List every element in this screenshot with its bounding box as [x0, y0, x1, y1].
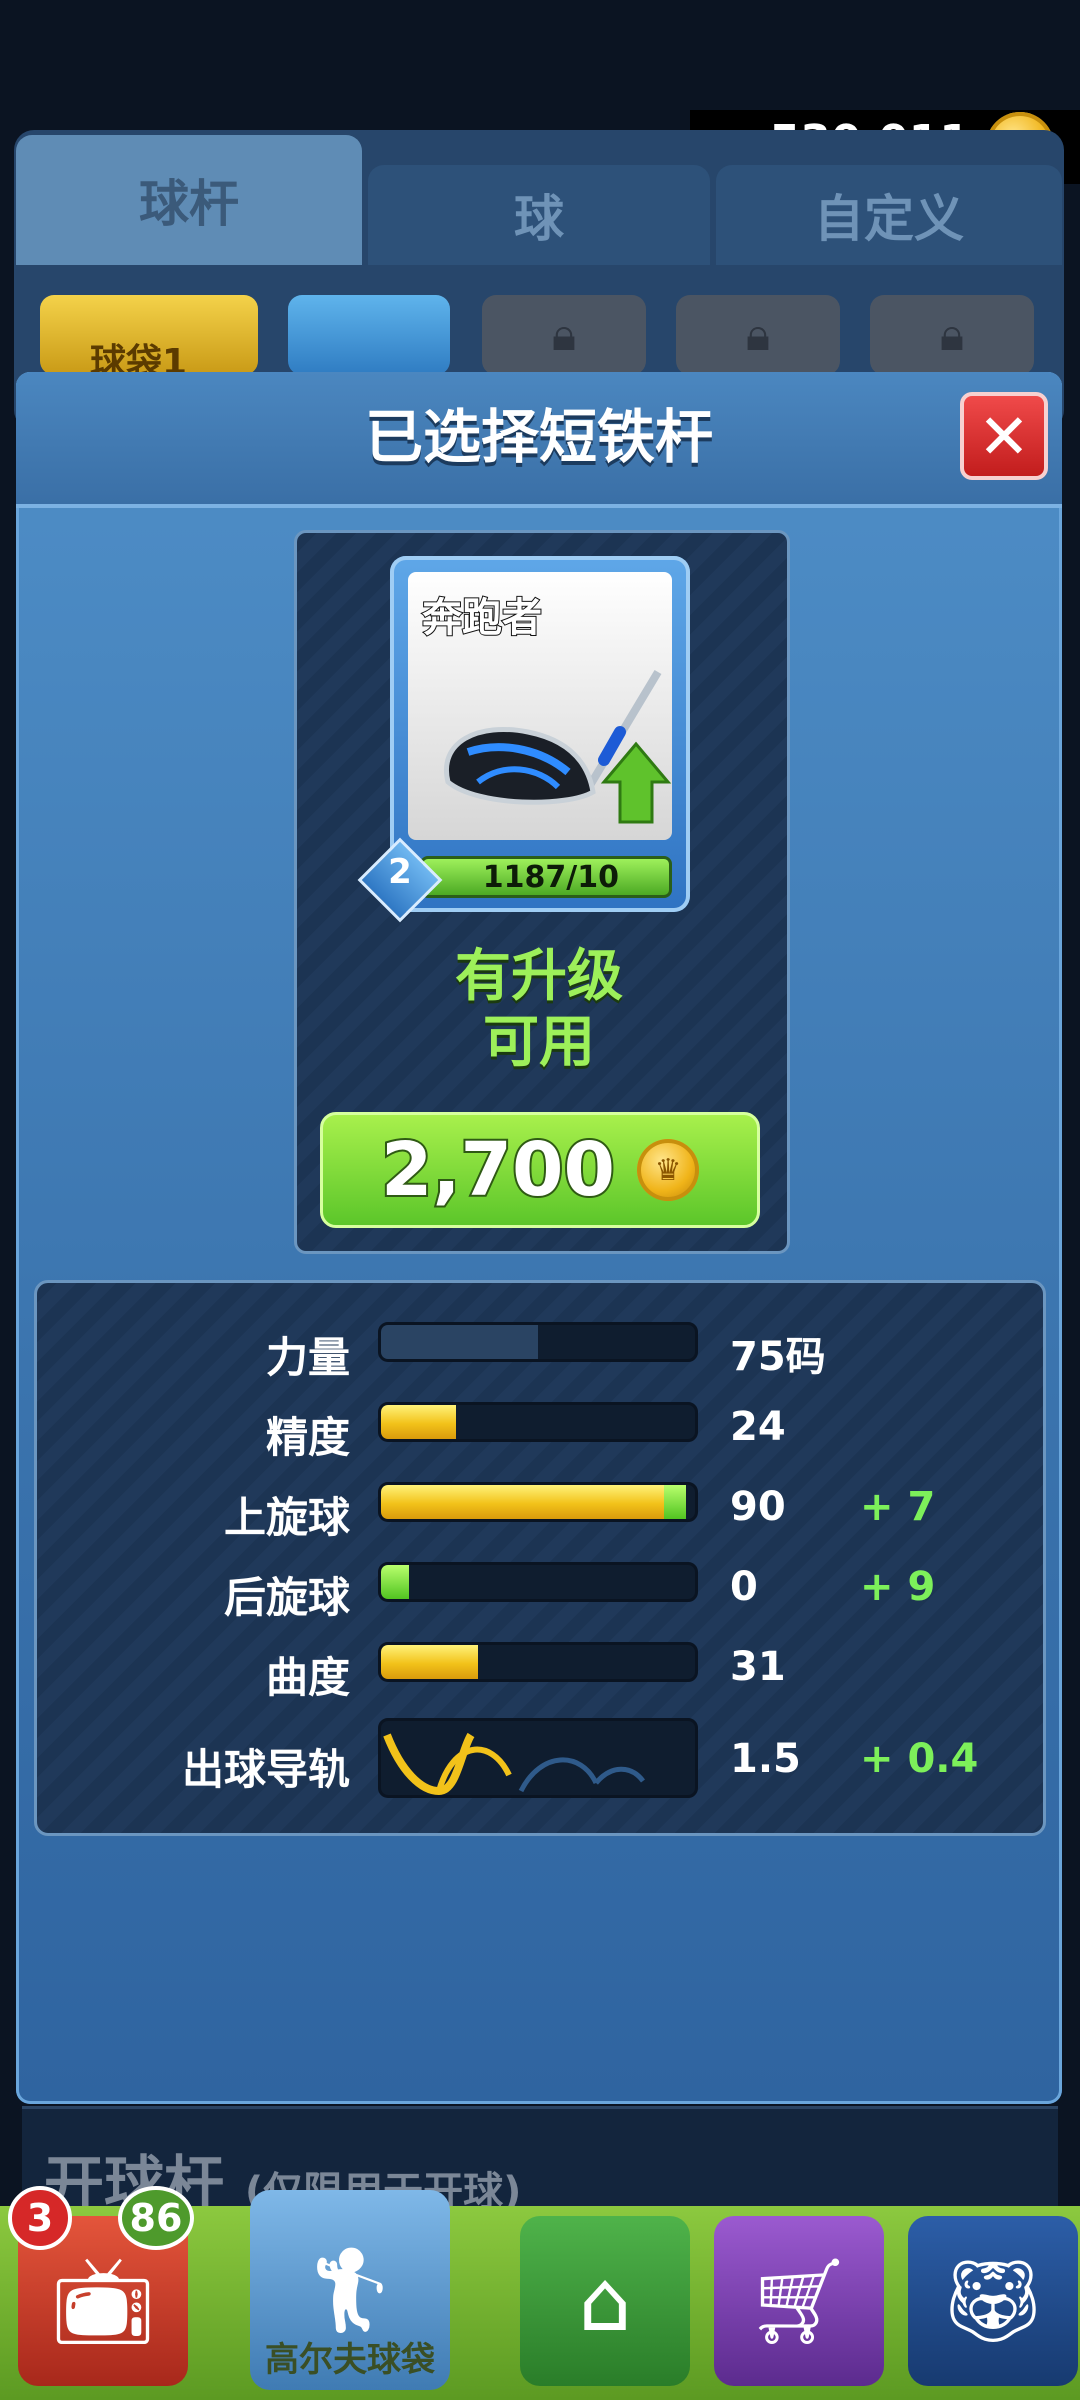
stat-value: 31 [730, 1644, 786, 1690]
crown-coin-icon: ♛ [637, 1139, 700, 1201]
nav-shop[interactable]: 🛒︎ [714, 2216, 884, 2386]
home-icon: ⌂ [578, 2252, 632, 2350]
card-progress-text: 1187/10 [482, 859, 619, 895]
stat-label: 精度 [265, 1413, 350, 1462]
tv-icon: 📺︎ [49, 2251, 157, 2350]
nav-home[interactable]: ⌂ [520, 2216, 690, 2386]
stat-label: 力量 [265, 1333, 350, 1382]
locked-bag-3[interactable]: 🔒︎ [482, 295, 646, 375]
dialog-title: 已选择短铁杆 [364, 403, 713, 471]
stat-value: 90 [730, 1484, 786, 1530]
nav-tour[interactable]: 🐯︎ [908, 2216, 1078, 2386]
close-icon: ✕ [978, 399, 1030, 473]
tab-balls[interactable]: 球 [368, 165, 710, 265]
stat-value: 24 [730, 1404, 786, 1450]
upgrade-price: 2,700 [379, 1125, 617, 1215]
bag-1-button[interactable]: 球袋1 [40, 295, 258, 383]
stat-bar [378, 1402, 698, 1442]
lock-icon: 🔒︎ [551, 307, 577, 361]
golf-bag-icon: 🏌︎ [296, 2240, 404, 2339]
lock-icon: 🔒︎ [745, 307, 771, 361]
club-name: 奔跑者 [421, 594, 543, 642]
golf-bag-label: 高尔夫球袋 [265, 2340, 435, 2380]
tv-badge-left: 3 [8, 2186, 72, 2250]
trajectory-guide-icon [383, 1732, 645, 1795]
upgrade-line-2: 可用 [483, 1010, 595, 1075]
upgrade-buy-button[interactable]: 2,700 ♛ [320, 1112, 760, 1228]
stat-label: 上旋球 [223, 1493, 350, 1542]
stat-bar [378, 1562, 698, 1602]
upgrade-line-1: 有升级 [455, 944, 623, 1009]
bag-2-button[interactable] [288, 295, 450, 375]
tab-balls-label: 球 [514, 190, 564, 248]
tiger-emblem-icon: 🐯︎ [939, 2251, 1047, 2350]
tab-custom[interactable]: 自定义 [716, 165, 1062, 265]
stat-bar [378, 1322, 698, 1362]
card-progress-bar: 1187/10 [420, 856, 672, 898]
tv-badge-right: 86 [118, 2186, 194, 2250]
close-button[interactable]: ✕ [960, 392, 1048, 480]
stat-bonus: + 7 [860, 1484, 936, 1530]
stat-value: 1.5 [730, 1736, 801, 1782]
stat-label: 出球导轨 [181, 1745, 350, 1794]
club-level: 2 [388, 852, 412, 892]
stat-bar [378, 1642, 698, 1682]
stat-bar [378, 1718, 698, 1798]
cart-icon: 🛒︎ [745, 2251, 853, 2350]
tab-custom-label: 自定义 [814, 190, 964, 248]
stat-value: 0 [730, 1564, 758, 1610]
locked-bag-5[interactable]: 🔒︎ [870, 295, 1034, 375]
stat-bar [378, 1482, 698, 1522]
upgrade-available-text: 有升级 可用 [294, 944, 784, 1076]
stat-bonus: + 0.4 [860, 1736, 979, 1782]
stat-label: 曲度 [265, 1653, 350, 1702]
locked-bag-4[interactable]: 🔒︎ [676, 295, 840, 375]
tab-clubs-label: 球杆 [139, 175, 239, 233]
stat-bonus: + 9 [860, 1564, 936, 1610]
stat-label: 后旋球 [223, 1573, 350, 1622]
tab-clubs[interactable]: 球杆 [16, 135, 362, 265]
stat-value: 75码 [730, 1334, 826, 1380]
lock-icon: 🔒︎ [939, 307, 965, 361]
